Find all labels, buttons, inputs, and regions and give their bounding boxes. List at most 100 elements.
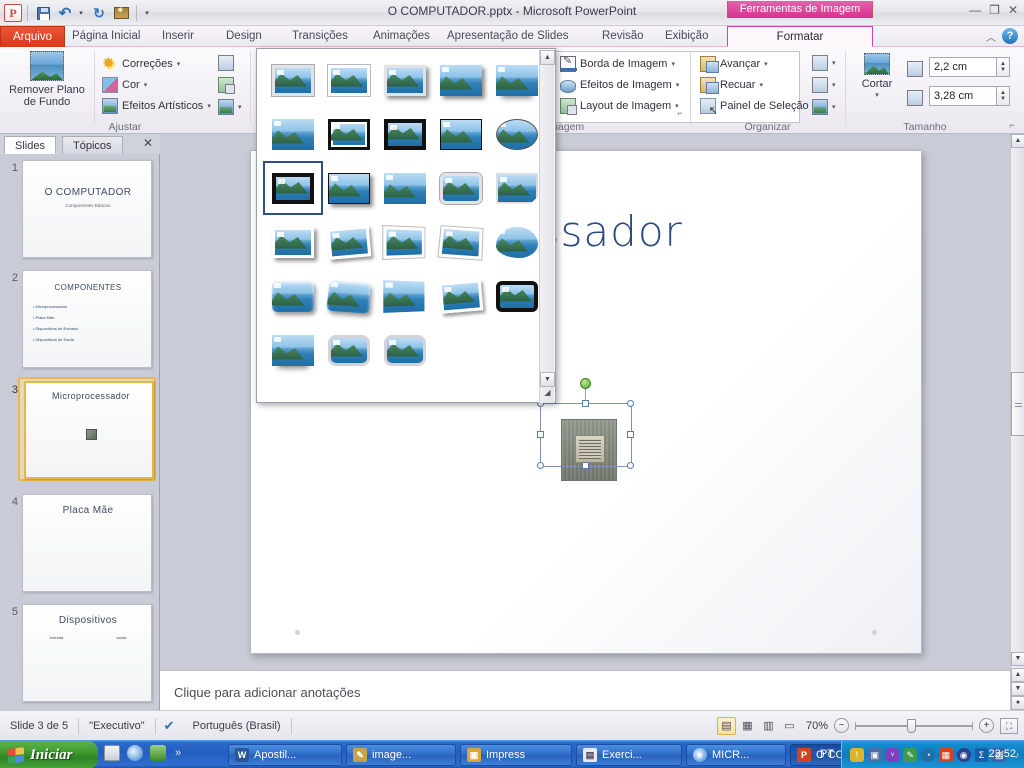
slide-thumbnail-4[interactable]: 4 Placa Mãe [0, 494, 160, 598]
internet-explorer-icon[interactable] [127, 745, 143, 761]
tab-design[interactable]: Design [216, 26, 272, 47]
scroll-down-button[interactable]: ▼ [1011, 652, 1024, 666]
tab-pagina-inicial[interactable]: Página Inicial [62, 26, 150, 47]
redefinir-imagem-button[interactable]: ▾ [218, 97, 242, 117]
pen-icon[interactable]: ✎ [903, 748, 918, 762]
painel-de-selecao-button[interactable]: Painel de Seleção [700, 96, 809, 117]
efeitos-de-imagem-button[interactable]: Efeitos de Imagem ▾ [560, 75, 679, 95]
agrupar-button[interactable]: ▾ [812, 75, 836, 95]
tab-topicos[interactable]: Tópicos [62, 136, 123, 154]
girar-button[interactable]: ▾ [812, 97, 836, 117]
cortar-button[interactable]: Cortar ▾ [849, 53, 905, 102]
gallery-resize-grip[interactable]: ◢ [540, 388, 555, 402]
resize-handle-middle-right[interactable] [627, 431, 634, 438]
altura-stepper[interactable]: ▲ ▼ [997, 57, 1010, 77]
previous-slide-button[interactable]: ▲ [1011, 668, 1024, 682]
picture-style-perspective-relaxed-moderate[interactable] [433, 271, 489, 321]
vivo-icon[interactable]: v [885, 748, 900, 762]
resize-handle-middle-left[interactable] [537, 431, 544, 438]
picture-style-reflected-bevel-white[interactable] [265, 325, 321, 375]
picture-style-snip-diagonal-corner-white[interactable] [489, 163, 545, 213]
sigma-icon[interactable]: Σ [974, 748, 989, 762]
slide-thumbnail-3[interactable]: 3 Microprocessador [0, 377, 160, 488]
picture-style-compound-frame-black[interactable] [263, 161, 323, 215]
alinhar-button[interactable]: ▾ [812, 53, 836, 73]
picture-styles-gallery-popup[interactable]: ▲ ▼ ◢ [256, 48, 556, 403]
resize-handle-bottom-left[interactable] [537, 462, 544, 469]
picture-style-beveled-matte-white[interactable] [321, 55, 377, 105]
language-bar-indicator[interactable]: PT [820, 748, 834, 760]
tab-apresentacao-de-slides[interactable]: Apresentação de Slides [437, 26, 578, 47]
tab-animacoes[interactable]: Animações [363, 26, 440, 47]
resize-handle-top-center[interactable] [582, 400, 589, 407]
picture-style-rotated-white[interactable] [321, 217, 377, 267]
zoom-out-button[interactable]: − [834, 718, 849, 733]
picture-styles-dialog-launcher[interactable]: ⌐ [674, 108, 686, 120]
alterar-imagem-button[interactable] [218, 75, 235, 95]
language-indicator[interactable]: Português (Brasil) [183, 720, 291, 732]
slide-thumbnail-5[interactable]: 5 Dispositivos entrada saída [0, 604, 160, 708]
zoom-in-button[interactable]: + [979, 718, 994, 733]
picture-style-center-shadow-rectangle[interactable] [377, 163, 433, 213]
show-desktop-icon[interactable] [104, 745, 120, 761]
picture-style-reflected-bevel-black[interactable] [321, 325, 377, 375]
resize-handle-top-right[interactable] [627, 400, 634, 407]
tab-arquivo[interactable]: Arquivo [0, 26, 65, 47]
picture-style-bevel-rectangle[interactable] [265, 271, 321, 321]
gallery-scrollbar[interactable]: ▲ ▼ ◢ [539, 50, 555, 403]
view-reading-button[interactable]: ▥ [759, 717, 778, 735]
taskbar-button-micr[interactable]: e MICR... [686, 744, 786, 766]
network-icon[interactable]: ▣ [867, 748, 882, 762]
resize-handle-bottom-right[interactable] [627, 462, 634, 469]
vertical-scrollbar[interactable]: ▲ ▼ ▲ ▼ ● [1010, 134, 1024, 710]
fit-slide-to-window-button[interactable]: ⛶ [1000, 717, 1018, 734]
zoom-slider-thumb[interactable] [907, 718, 916, 733]
picture-style-reflected-perspective-right[interactable] [377, 271, 433, 321]
picture-style-simple-frame-black[interactable] [433, 109, 489, 159]
start-button[interactable]: Iniciar [0, 741, 98, 768]
picture-style-reflected-rounded-rectangle[interactable] [489, 55, 545, 105]
taskbar-button-exercicio[interactable]: ▤ Exerci... [576, 744, 682, 766]
browse-object-button[interactable]: ● [1011, 696, 1024, 710]
next-slide-button[interactable]: ▼ [1011, 682, 1024, 696]
notes-pane[interactable]: Clique para adicionar anotações [160, 670, 1010, 710]
tab-exibicao[interactable]: Exibição [655, 26, 718, 47]
collapse-ribbon-button[interactable]: ︿ [986, 29, 996, 44]
restore-button[interactable]: ❐ [989, 3, 1000, 17]
scroll-up-button[interactable]: ▲ [1011, 134, 1024, 148]
theme-name[interactable]: "Executivo" [79, 720, 155, 732]
disc-icon[interactable]: ◉ [956, 748, 971, 762]
avancar-button[interactable]: Avançar ▾ [700, 54, 768, 74]
chart-icon[interactable]: ▦ [938, 748, 953, 762]
minimize-button[interactable]: — [969, 3, 981, 17]
spellcheck-icon[interactable]: ✔ [156, 718, 183, 734]
gallery-scroll-down-button[interactable]: ▼ [540, 372, 555, 387]
tamanho-dialog-launcher[interactable]: ⌐ [1006, 120, 1018, 132]
taskbar-button-apostila[interactable]: W Apostil... [228, 744, 342, 766]
picture-style-perspective-shadow-white[interactable] [377, 217, 433, 267]
view-slide-sorter-button[interactable]: ▦ [738, 717, 757, 735]
picture-style-rounded-diagonal-corner-white[interactable] [433, 163, 489, 213]
view-slideshow-button[interactable]: ▭ [780, 717, 799, 735]
slide-thumbnail-list[interactable]: 1 O COMPUTADOR Componentes Básicos 2 COM… [0, 154, 160, 710]
picture-style-bevel-perspective-left[interactable] [489, 271, 545, 321]
gallery-scroll-up-button[interactable]: ▲ [540, 50, 555, 65]
picture-style-drop-shadow-rectangle[interactable] [433, 55, 489, 105]
view-normal-button[interactable]: ▤ [716, 716, 736, 735]
efeitos-artisticos-button[interactable]: Efeitos Artísticos ▾ [102, 96, 211, 116]
taskbar-button-impress[interactable]: ▣ Impress [460, 744, 572, 766]
zoom-level-label[interactable]: 70% [800, 720, 834, 732]
picture-style-soft-edge-oval[interactable] [265, 109, 321, 159]
picture-style-double-frame-black[interactable] [321, 109, 377, 159]
taskbar-button-image[interactable]: ✎ image... [346, 744, 456, 766]
picture-style-soft-edge-cloud[interactable] [489, 217, 545, 267]
picture-style-thick-matte-black[interactable] [377, 109, 433, 159]
largura-field[interactable]: 3,28 cm [929, 86, 997, 106]
tab-revisao[interactable]: Revisão [592, 26, 654, 47]
picture-style-metal-oval[interactable] [377, 325, 433, 375]
picture-styles-grid[interactable] [263, 55, 538, 375]
correcoes-button[interactable]: Correções ▾ [102, 54, 180, 74]
tab-inserir[interactable]: Inserir [152, 26, 204, 47]
tab-formatar[interactable]: Formatar [727, 26, 873, 47]
rotation-handle[interactable] [580, 378, 591, 389]
